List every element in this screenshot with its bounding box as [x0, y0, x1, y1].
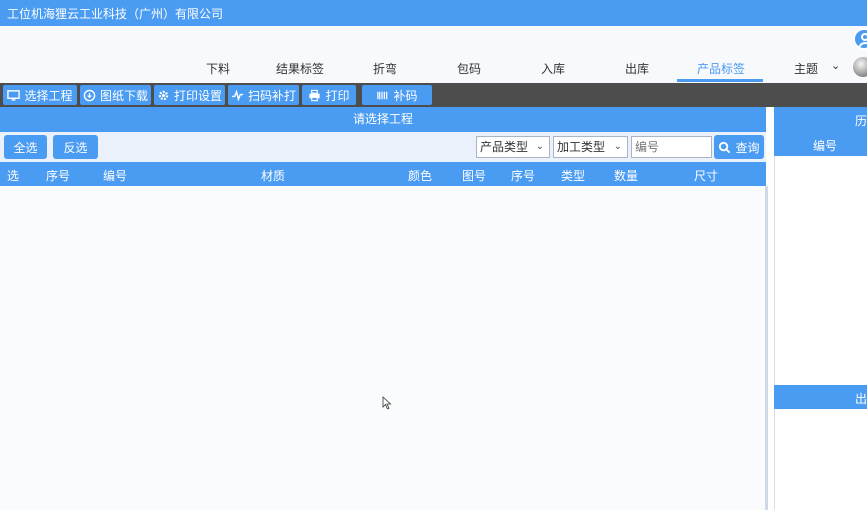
action-toolbar: 选择工程 图纸下载 打印设置 扫码补打 打印 补码: [0, 83, 867, 107]
col-select[interactable]: 选: [7, 167, 19, 184]
active-tab-indicator: [677, 79, 763, 82]
main-nav: 下料 结果标签 折弯 包码 入库 出库 产品标签 主题 ⌄: [0, 26, 867, 83]
table-header: 选 序号 编号 材质 颜色 图号 序号 类型 数量 尺寸: [0, 162, 766, 186]
outbound-panel-title: 出: [855, 392, 867, 406]
history-panel-header: 历: [774, 107, 867, 132]
table-body[interactable]: [0, 186, 766, 510]
col-serial[interactable]: 序号: [46, 167, 70, 184]
print-label: 打印: [325, 88, 350, 103]
reprint-code-button[interactable]: 补码: [362, 85, 432, 105]
filter-bar: 全选 反选 产品类型 ⌄ 加工类型 ⌄ 查询: [0, 132, 766, 162]
chevron-down-icon[interactable]: ⌄: [831, 59, 840, 72]
invert-select-button[interactable]: 反选: [53, 135, 98, 159]
reprint-code-label: 补码: [393, 88, 418, 103]
print-button[interactable]: 打印: [302, 85, 356, 105]
scan-reprint-label: 扫码补打: [247, 88, 296, 103]
panel-title: 请选择工程: [0, 107, 766, 132]
barcode-icon: [377, 91, 388, 99]
outbound-panel-header: 出: [774, 385, 867, 409]
tab-cutting[interactable]: 下料: [206, 60, 230, 77]
download-icon: [83, 89, 96, 101]
pulse-icon: [231, 89, 244, 101]
product-type-select[interactable]: 产品类型 ⌄: [476, 136, 550, 158]
select-project-button[interactable]: 选择工程: [3, 85, 77, 105]
theme-ball-icon[interactable]: [853, 57, 867, 77]
col-serial-2[interactable]: 序号: [511, 167, 535, 184]
process-type-value: 加工类型: [557, 140, 606, 154]
drawing-download-button[interactable]: 图纸下载: [80, 85, 151, 105]
col-size[interactable]: 尺寸: [694, 167, 718, 184]
drawing-download-label: 图纸下载: [99, 88, 148, 103]
col-code[interactable]: 编号: [103, 167, 127, 184]
printer-icon: [309, 89, 321, 101]
history-table-header: 编号: [774, 132, 867, 156]
product-type-value: 产品类型: [480, 140, 529, 154]
outbound-panel-body[interactable]: [774, 409, 867, 510]
col-drawing-no[interactable]: 图号: [462, 167, 486, 184]
query-button[interactable]: 查询: [714, 135, 764, 159]
monitor-icon: [7, 89, 21, 101]
query-label: 查询: [735, 140, 760, 155]
print-settings-label: 打印设置: [173, 88, 222, 103]
col-material[interactable]: 材质: [261, 167, 285, 184]
select-all-button[interactable]: 全选: [4, 135, 47, 159]
history-table-body[interactable]: [774, 156, 867, 385]
scan-reprint-button[interactable]: 扫码补打: [228, 85, 299, 105]
col-type[interactable]: 类型: [561, 167, 585, 184]
gear-icon: [158, 90, 169, 100]
tab-bending[interactable]: 折弯: [373, 60, 397, 77]
tab-result-label[interactable]: 结果标签: [276, 60, 324, 77]
chevron-down-icon: ⌄: [613, 141, 622, 152]
theme-menu[interactable]: 主题: [794, 60, 818, 77]
title-bar: 工位机海狸云工业科技（广州）有限公司: [0, 0, 867, 26]
select-project-label: 选择工程: [24, 88, 73, 103]
search-icon: [719, 141, 731, 153]
col-color[interactable]: 颜色: [408, 167, 432, 184]
history-col-code[interactable]: 编号: [813, 137, 837, 154]
mouse-cursor-icon: [382, 396, 392, 410]
tab-outbound[interactable]: 出库: [625, 60, 649, 77]
vertical-scrollbar[interactable]: [765, 186, 768, 510]
col-quantity[interactable]: 数量: [614, 167, 638, 184]
code-search-input[interactable]: [631, 136, 712, 158]
history-panel-title: 历: [855, 114, 867, 128]
process-type-select[interactable]: 加工类型 ⌄: [553, 136, 628, 158]
chevron-down-icon: ⌄: [535, 141, 544, 152]
window-title: 工位机海狸云工业科技（广州）有限公司: [7, 7, 224, 21]
tab-product-label[interactable]: 产品标签: [697, 60, 745, 77]
print-settings-button[interactable]: 打印设置: [154, 85, 225, 105]
tab-inbound[interactable]: 入库: [541, 60, 565, 77]
tab-packing[interactable]: 包码: [457, 60, 481, 77]
user-avatar-icon[interactable]: [853, 28, 867, 50]
